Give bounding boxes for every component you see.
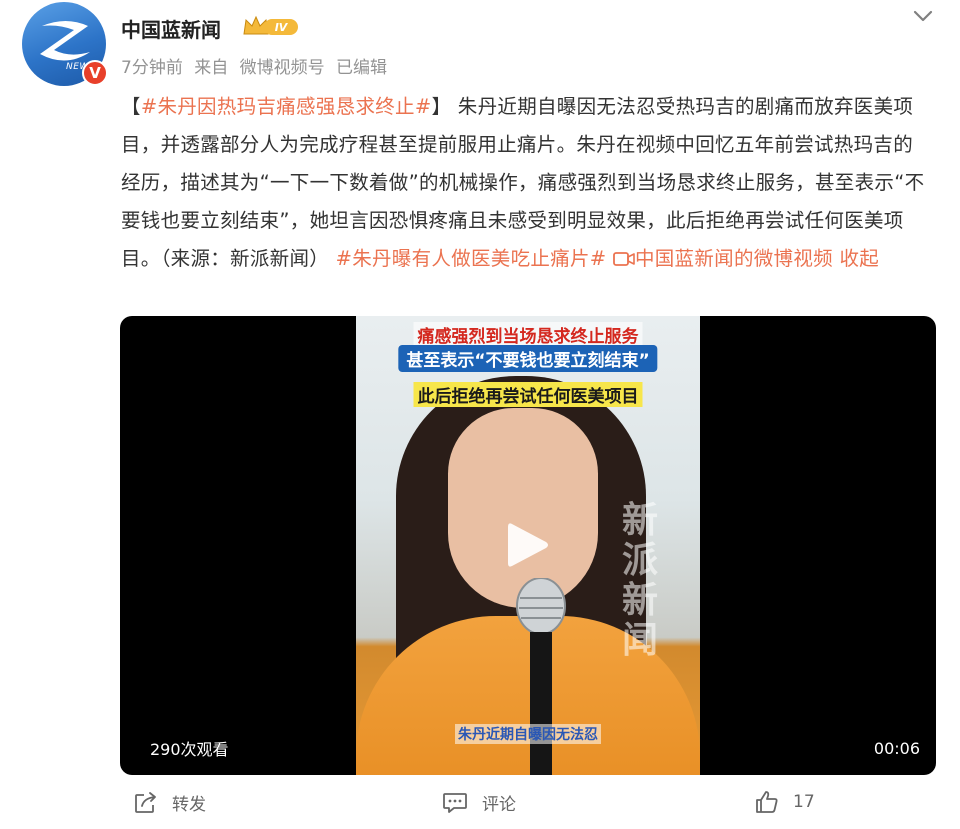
microphone-icon [516, 578, 566, 775]
video-camera-icon [613, 252, 635, 266]
repost-button[interactable]: 转发 [134, 790, 206, 815]
post-text: 朱丹近期自曝因无法忍受热玛吉的剧痛而放弃医美项目，并透露部分人为完成疗程甚至提前… [121, 95, 925, 270]
video-subtitle: 朱丹近期自曝因无法忍 [455, 724, 601, 744]
post-body: 【#朱丹因热玛吉痛感强恳求终止#】 朱丹近期自曝因无法忍受热玛吉的剧痛而放弃医美… [121, 88, 931, 278]
thumbs-up-icon [756, 791, 778, 813]
like-button[interactable]: 17 [755, 790, 815, 814]
repost-icon [135, 791, 156, 813]
verified-badge: V [82, 60, 108, 86]
topic-tag-main[interactable]: #朱丹因热玛吉痛感强恳求终止# [141, 95, 432, 118]
repost-label: 转发 [172, 795, 206, 815]
logo-z-icon [40, 21, 90, 61]
video-duration: 00:06 [873, 739, 920, 758]
topic-tag-secondary[interactable]: #朱丹曝有人做医美吃止痛片# [336, 247, 607, 270]
video-caption-1: 痛感强烈到当场恳求终止服务 [413, 322, 643, 347]
video-link-text: 中国蓝新闻的微博视频 [634, 247, 833, 270]
level-badge-text: IV [275, 21, 289, 34]
level-crown-icon: IV [243, 15, 298, 35]
source-prefix: 来自 [194, 58, 229, 78]
video-caption-2: 甚至表示“不要钱也要立刻结束” [398, 345, 658, 372]
comment-icon [443, 792, 467, 813]
like-count: 17 [793, 792, 815, 812]
video-player[interactable]: 新派新闻 痛感强烈到当场恳求终止服务 甚至表示“不要钱也要立刻结束” 此后拒绝再… [120, 316, 936, 775]
collapse-link[interactable]: 收起 [839, 247, 879, 270]
comment-button[interactable]: 评论 [442, 790, 516, 815]
video-view-count: 290次观看 [150, 740, 229, 759]
title-bracket-open: 【 [121, 95, 141, 118]
post-meta: 7分钟前 来自 微博视频号 已编辑 [121, 53, 393, 78]
title-bracket-close: 】 [431, 95, 452, 118]
edited-label[interactable]: 已编辑 [336, 58, 387, 78]
comment-label: 评论 [482, 795, 516, 815]
post-source[interactable]: 微博视频号 [240, 58, 325, 78]
action-bar: 转发 评论 17 [0, 790, 960, 824]
author-name[interactable]: 中国蓝新闻 [121, 14, 221, 43]
video-watermark: 新派新闻 [622, 500, 659, 661]
post-time[interactable]: 7分钟前 [121, 58, 183, 78]
video-caption-3: 此后拒绝再尝试任何医美项目 [413, 382, 643, 407]
chevron-down-icon[interactable] [912, 8, 934, 24]
video-link[interactable]: 中国蓝新闻的微博视频 [606, 247, 833, 270]
play-icon[interactable] [506, 520, 550, 570]
